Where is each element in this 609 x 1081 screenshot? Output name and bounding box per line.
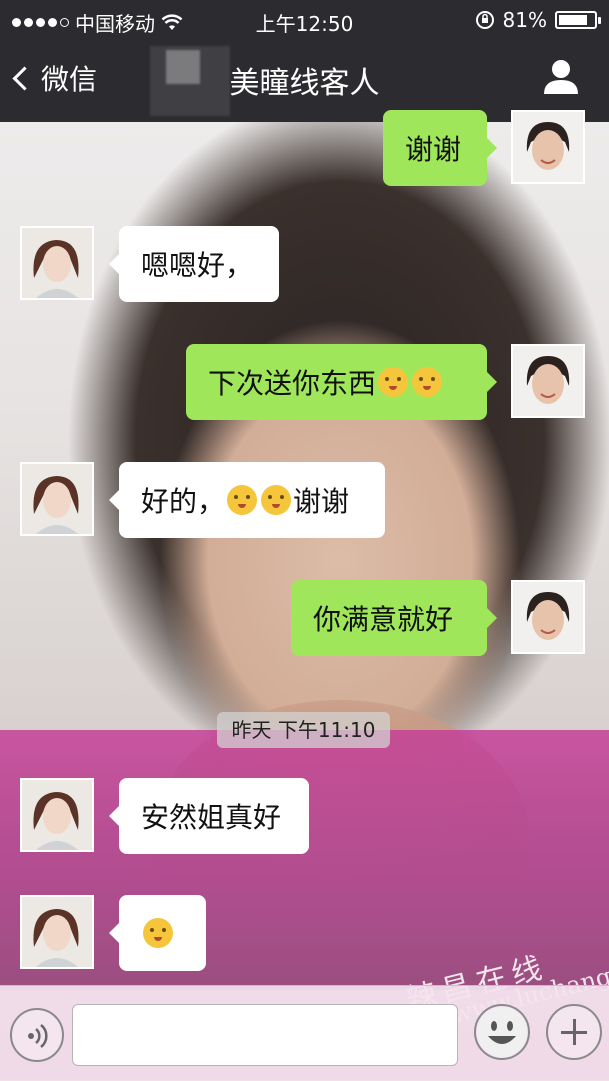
message-input[interactable]: [72, 1004, 458, 1066]
voice-button[interactable]: [10, 1008, 64, 1062]
shush-emoji-icon: [412, 367, 443, 397]
message-bubble-incoming[interactable]: [109, 895, 206, 971]
voice-icon: [28, 1024, 48, 1048]
message-text: 嗯嗯好，: [141, 249, 254, 282]
battery-percent: 81%: [502, 8, 547, 32]
message-bubble-outgoing[interactable]: 下次送你东西: [186, 344, 497, 420]
status-bar: 中国移动 上午12:50 81%: [0, 0, 609, 38]
cute-emoji-icon: [227, 485, 258, 515]
profile-button[interactable]: [541, 56, 581, 100]
battery-icon: [555, 11, 601, 29]
message-bubble-outgoing[interactable]: 谢谢: [383, 110, 497, 186]
contact-avatar[interactable]: [20, 778, 94, 852]
message-text: 谢谢: [293, 485, 350, 518]
my-avatar[interactable]: [511, 580, 585, 654]
input-toolbar: [0, 985, 609, 1081]
status-right: 81%: [475, 8, 601, 32]
message-text: 谢谢: [405, 133, 462, 166]
rotation-lock-icon: [475, 11, 494, 29]
message-bubble-incoming[interactable]: 嗯嗯好，: [109, 226, 279, 302]
emoji-button[interactable]: [474, 1004, 530, 1060]
contact-avatar[interactable]: [20, 226, 94, 300]
shush-emoji-icon: [378, 367, 409, 397]
chat-timestamp: 昨天 下午11:10: [217, 712, 390, 748]
message-text: 好的，: [141, 485, 226, 518]
cute-emoji-icon: [261, 485, 292, 515]
kiss-emoji-icon: [143, 918, 173, 948]
message-bubble-outgoing[interactable]: 你满意就好: [291, 580, 497, 656]
emoji-icon: [477, 1007, 527, 1057]
contact-avatar[interactable]: [20, 462, 94, 536]
message-text: 安然姐真好: [141, 801, 282, 834]
header: 中国移动 上午12:50 81% 微信 美瞳线客人: [0, 0, 609, 122]
message-text: 下次送你东西: [208, 367, 377, 400]
profile-icon: [544, 60, 578, 94]
message-text: 你满意就好: [313, 603, 454, 636]
battery-fill: [559, 15, 587, 25]
my-avatar[interactable]: [511, 344, 585, 418]
plus-button[interactable]: [546, 1004, 602, 1060]
my-avatar[interactable]: [511, 110, 585, 184]
chat-title: 美瞳线客人: [229, 66, 380, 101]
contact-avatar[interactable]: [20, 895, 94, 969]
message-bubble-incoming[interactable]: 好的， 谢谢: [109, 462, 385, 538]
message-bubble-incoming[interactable]: 安然姐真好: [109, 778, 309, 854]
